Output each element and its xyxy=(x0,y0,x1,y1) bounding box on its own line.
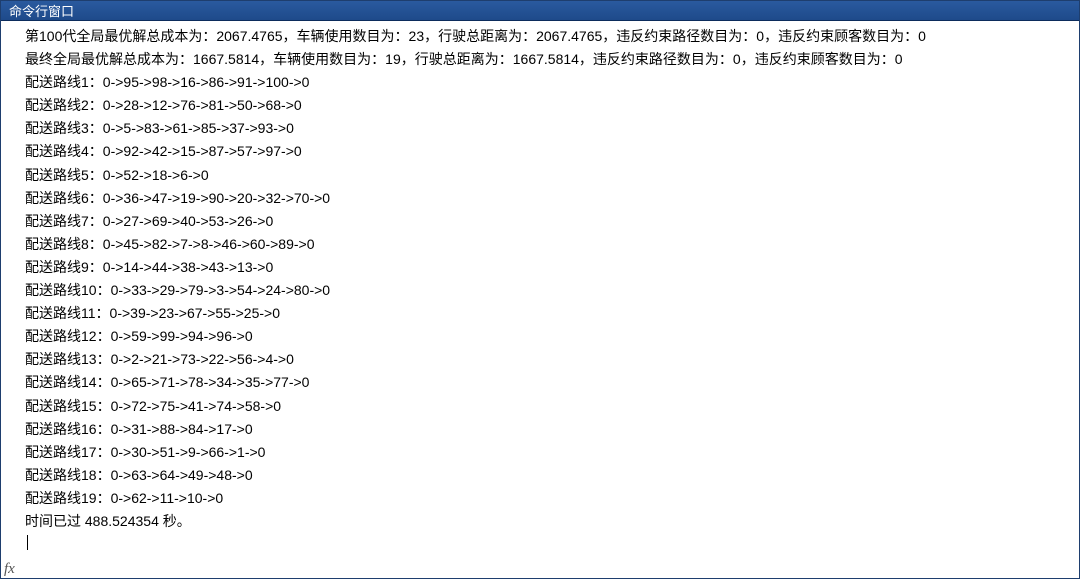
text-cursor xyxy=(27,535,28,550)
command-window: 命令行窗口 fx 第100代全局最优解总成本为：2067.4765，车辆使用数目… xyxy=(0,0,1080,579)
route-line: 配送路线8：0->45->82->7->8->46->60->89->0 xyxy=(25,233,1079,256)
route-line: 配送路线18：0->63->64->49->48->0 xyxy=(25,464,1079,487)
prompt-row[interactable]: >> xyxy=(25,533,1079,551)
route-line: 配送路线11：0->39->23->67->55->25->0 xyxy=(25,302,1079,325)
route-line: 配送路线5：0->52->18->6->0 xyxy=(25,164,1079,187)
window-title: 命令行窗口 xyxy=(9,1,74,20)
console-output[interactable]: 第100代全局最优解总成本为：2067.4765，车辆使用数目为：23，行驶总距… xyxy=(25,21,1079,578)
content-area: fx 第100代全局最优解总成本为：2067.4765，车辆使用数目为：23，行… xyxy=(1,21,1079,578)
route-line: 配送路线1：0->95->98->16->86->91->100->0 xyxy=(25,71,1079,94)
final-summary: 最终全局最优解总成本为：1667.5814，车辆使用数目为：19，行驶总距离为：… xyxy=(25,48,1079,71)
route-line: 配送路线6：0->36->47->19->90->20->32->70->0 xyxy=(25,187,1079,210)
route-line: 配送路线3：0->5->83->61->85->37->93->0 xyxy=(25,117,1079,140)
route-line: 配送路线13：0->2->21->73->22->56->4->0 xyxy=(25,348,1079,371)
route-line: 配送路线16：0->31->88->84->17->0 xyxy=(25,418,1079,441)
route-line: 配送路线17：0->30->51->9->66->1->0 xyxy=(25,441,1079,464)
route-line: 配送路线9：0->14->44->38->43->13->0 xyxy=(25,256,1079,279)
route-line: 配送路线4：0->92->42->15->87->57->97->0 xyxy=(25,140,1079,163)
route-line: 配送路线19：0->62->11->10->0 xyxy=(25,487,1079,510)
route-line: 配送路线14：0->65->71->78->34->35->77->0 xyxy=(25,371,1079,394)
gutter: fx xyxy=(1,21,25,578)
generation-summary: 第100代全局最优解总成本为：2067.4765，车辆使用数目为：23，行驶总距… xyxy=(25,25,1079,48)
route-line: 配送路线15：0->72->75->41->74->58->0 xyxy=(25,395,1079,418)
route-line: 配送路线7：0->27->69->40->53->26->0 xyxy=(25,210,1079,233)
route-line: 配送路线2：0->28->12->76->81->50->68->0 xyxy=(25,94,1079,117)
route-line: 配送路线12：0->59->99->94->96->0 xyxy=(25,325,1079,348)
route-line: 配送路线10：0->33->29->79->3->54->24->80->0 xyxy=(25,279,1079,302)
elapsed-time: 时间已过 488.524354 秒。 xyxy=(25,510,1079,533)
fx-icon[interactable]: fx xyxy=(4,561,15,578)
title-bar[interactable]: 命令行窗口 xyxy=(1,1,1079,21)
